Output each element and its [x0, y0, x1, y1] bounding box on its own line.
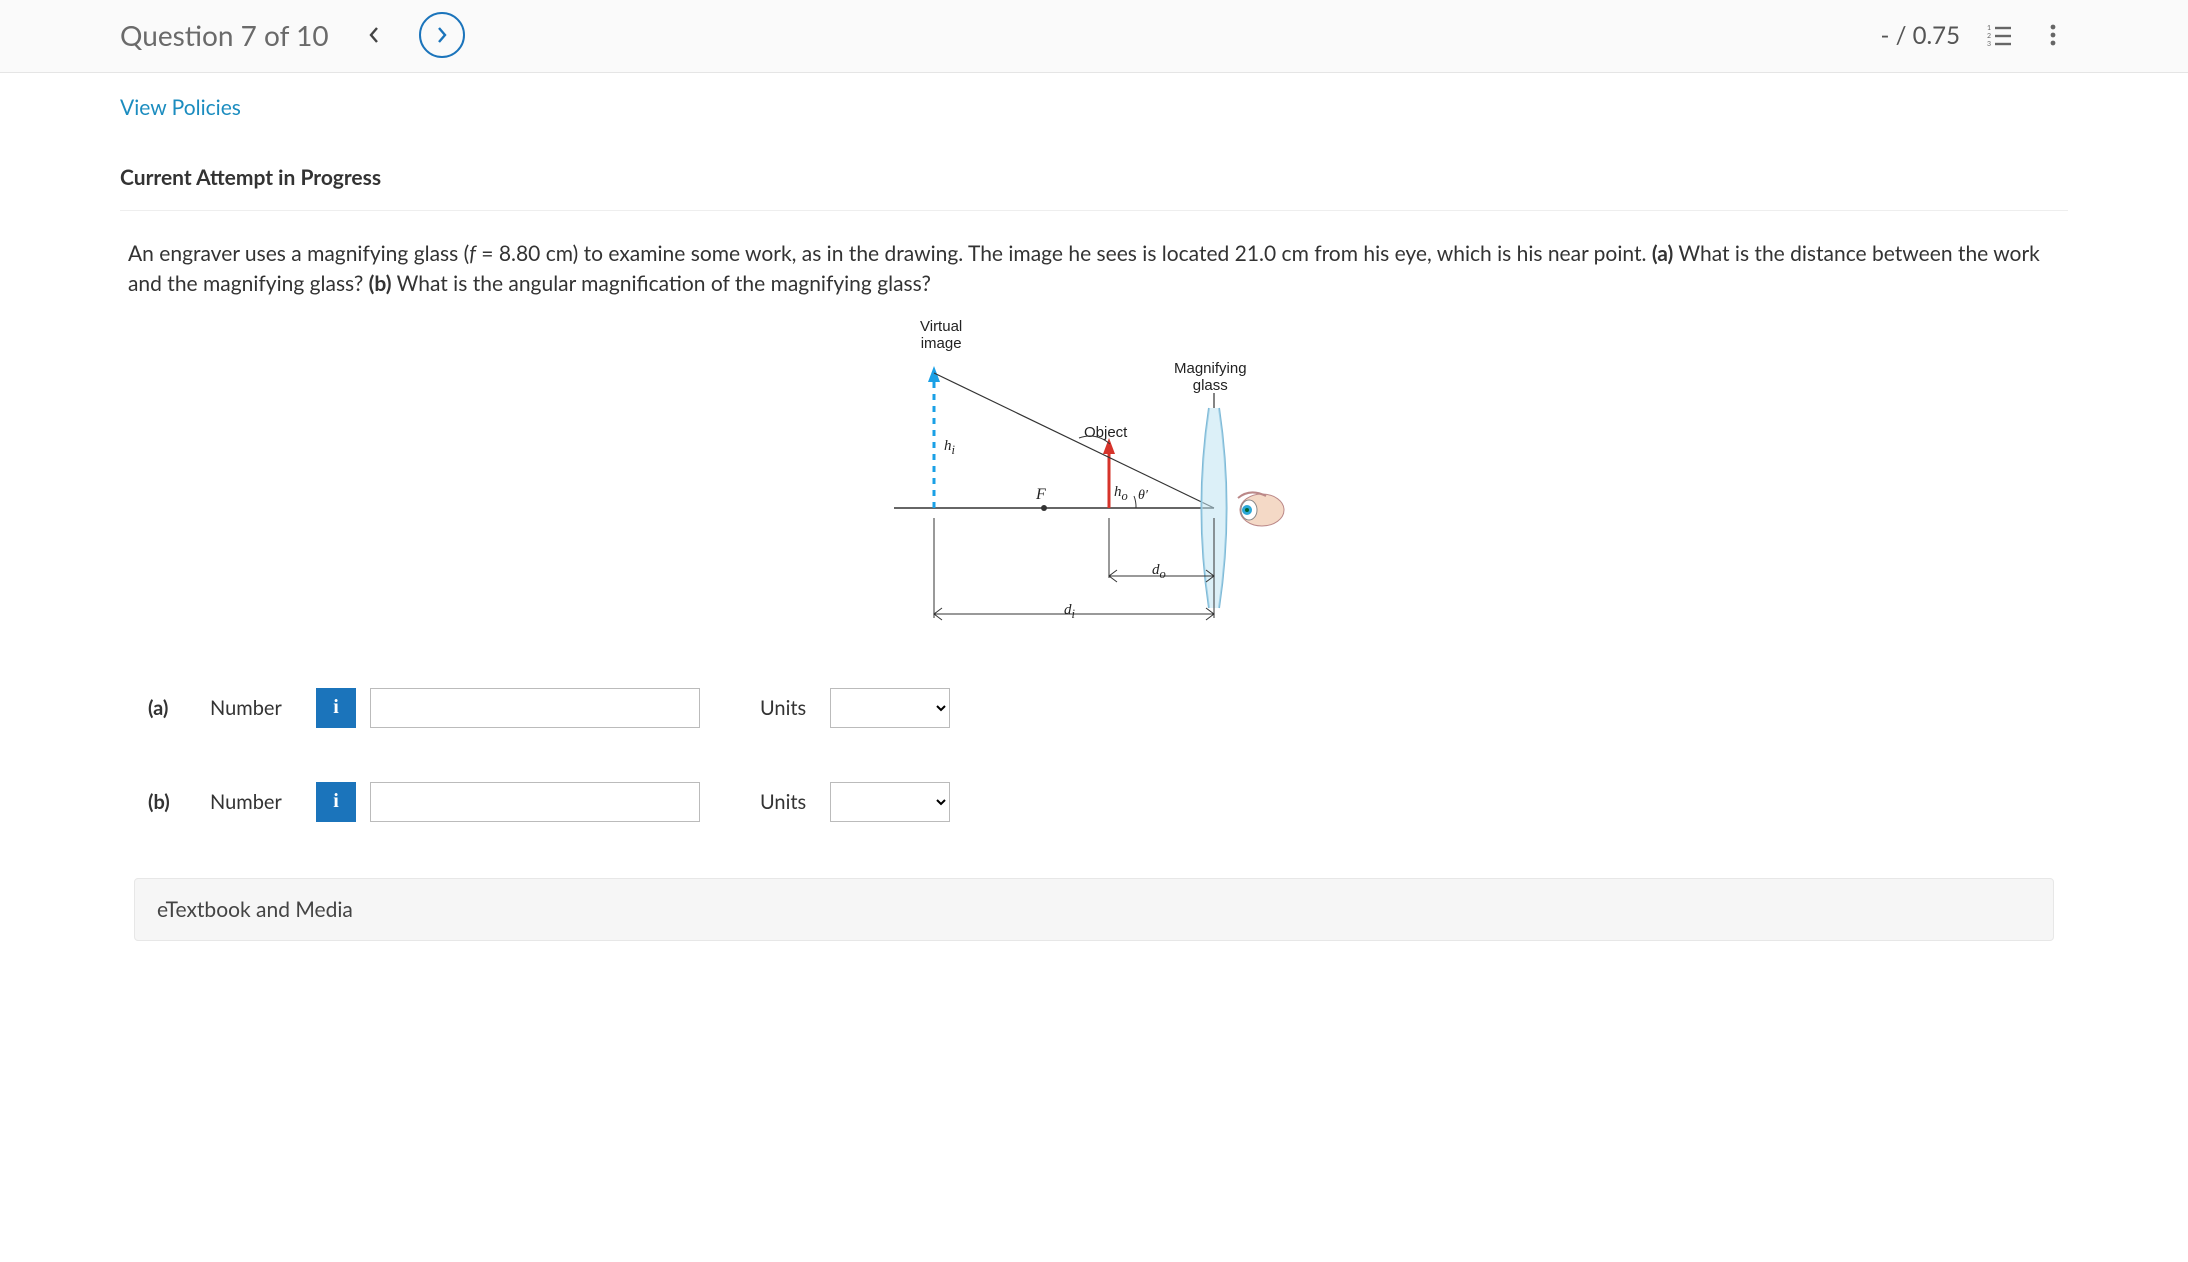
question-text: An engraver uses a magnifying glass (f =… [128, 239, 2060, 300]
info-button-a[interactable]: i [316, 688, 356, 728]
qtext-segment: An engraver uses a magnifying glass ( [128, 241, 469, 266]
view-policies-link[interactable]: View Policies [120, 73, 2068, 143]
number-input-b[interactable] [370, 782, 700, 822]
chevron-right-icon [435, 26, 449, 44]
part-a-label: (a) [148, 696, 196, 720]
chevron-left-icon [367, 26, 381, 44]
label-do: do [1152, 562, 1166, 582]
units-select-b[interactable] [830, 782, 950, 822]
svg-text:2: 2 [1987, 32, 1991, 40]
question-title: Question 7 of 10 [120, 18, 329, 52]
header-right: - / 0.75 1 2 3 [1881, 20, 2068, 50]
number-label-a: Number [210, 696, 302, 720]
label-virtual: Virtual [920, 318, 962, 335]
qtext-segment: = 8.80 cm) to examine some work, as in t… [476, 241, 1652, 266]
attempt-status: Current Attempt in Progress [120, 143, 2068, 211]
label-di: di [1064, 602, 1075, 622]
question-header: Question 7 of 10 - / 0.75 1 2 3 [0, 0, 2188, 73]
question-list-button[interactable]: 1 2 3 [1984, 20, 2014, 50]
part-b-label: (b) [148, 790, 196, 814]
number-label-b: Number [210, 790, 302, 814]
qtext-part-a: (a) [1652, 241, 1673, 266]
info-button-b[interactable]: i [316, 782, 356, 822]
numbered-list-icon: 1 2 3 [1987, 24, 2011, 46]
next-question-button[interactable] [419, 12, 465, 58]
optics-diagram: Virtual image Magnifying glass Object F … [874, 318, 1314, 658]
content-area: View Policies Current Attempt in Progres… [0, 73, 2188, 941]
header-left: Question 7 of 10 [120, 12, 465, 58]
label-image: image [921, 335, 962, 352]
etextbook-media-button[interactable]: eTextbook and Media [134, 878, 2054, 941]
answer-row-b: (b) Number i Units [128, 748, 2060, 842]
svg-text:3: 3 [1987, 40, 1991, 46]
label-focal-point: F [1036, 486, 1046, 504]
number-input-a[interactable] [370, 688, 700, 728]
units-label-a: Units [760, 696, 806, 720]
label-ho: ho [1114, 484, 1128, 504]
units-select-a[interactable] [830, 688, 950, 728]
dots-vertical-icon [2049, 23, 2057, 47]
label-hi: hi [944, 438, 955, 458]
more-options-button[interactable] [2038, 20, 2068, 50]
question-body: An engraver uses a magnifying glass (f =… [120, 211, 2068, 941]
answer-row-a: (a) Number i Units [128, 668, 2060, 748]
units-label-b: Units [760, 790, 806, 814]
label-magnifying: Magnifying [1174, 360, 1247, 377]
svg-text:1: 1 [1987, 24, 1991, 32]
qtext-part-b: (b) [369, 271, 392, 296]
diagram-container: Virtual image Magnifying glass Object F … [128, 300, 2060, 668]
qtext-segment: What is the angular magnification of the… [392, 271, 931, 296]
label-glass: glass [1193, 377, 1228, 394]
qtext-italic: f [469, 241, 476, 266]
score-display: - / 0.75 [1881, 21, 1960, 50]
prev-question-button[interactable] [351, 12, 397, 58]
label-theta: θ′ [1138, 488, 1148, 504]
